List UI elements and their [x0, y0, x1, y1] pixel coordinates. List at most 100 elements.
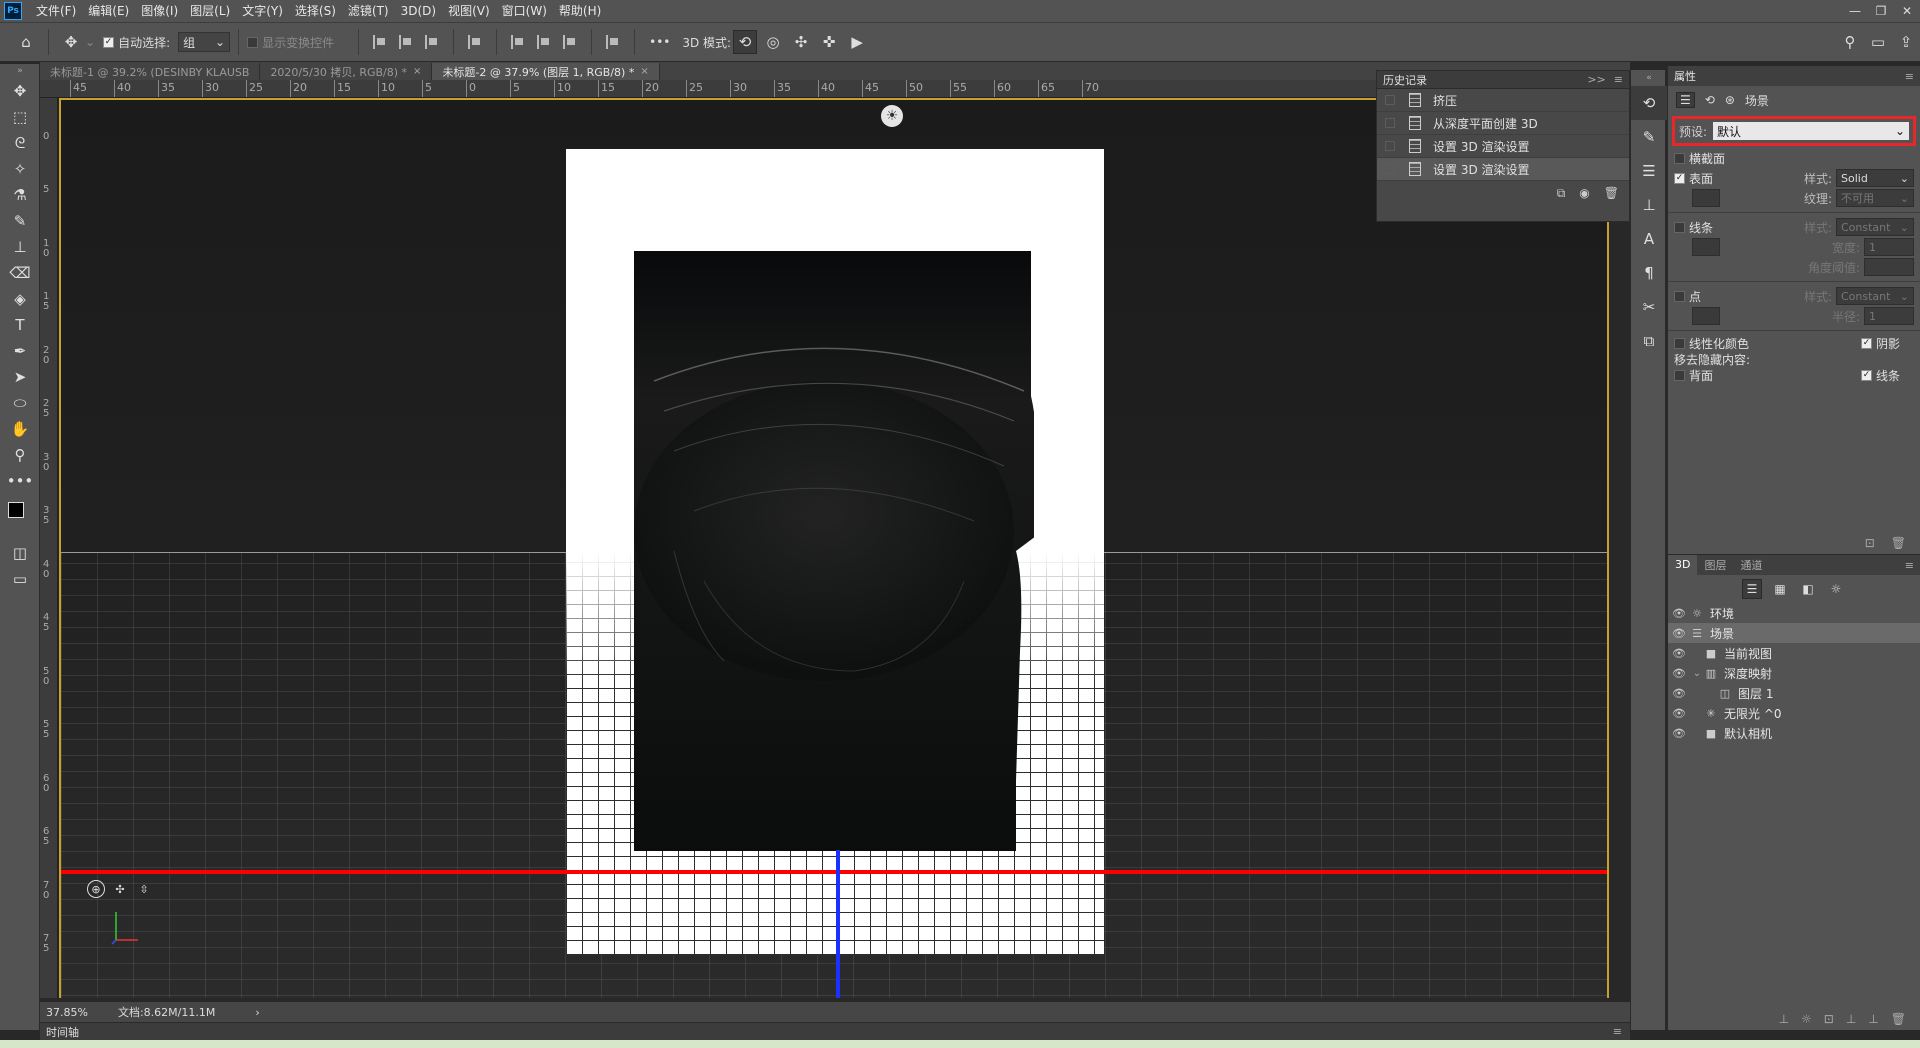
zoom-tool-icon[interactable]: ⚲ — [0, 442, 40, 468]
panel-menu-icon[interactable]: ≡ — [1905, 559, 1914, 572]
expand-panel-icon[interactable]: >> — [1587, 73, 1605, 86]
clone-source-icon[interactable]: ⊥ — [1631, 188, 1667, 222]
close-icon[interactable]: × — [413, 66, 421, 77]
camera-properties-icon[interactable]: ⊛ — [1725, 93, 1735, 107]
3d-item-depth-map[interactable]: 👁 ⌄ ▥ 深度映射 — [1668, 663, 1920, 683]
move-tool-icon[interactable]: ✥ — [59, 30, 83, 54]
screen-mode-icon[interactable]: ▭ — [0, 566, 40, 592]
show-transform-checkbox[interactable] — [247, 36, 259, 48]
eyedropper-tool-icon[interactable]: ⚗ — [0, 182, 40, 208]
shape-tool-icon[interactable]: ⬭ — [0, 390, 40, 416]
roll-3d-camera-icon[interactable]: ◎ — [761, 30, 785, 54]
3d-item-layer-1[interactable]: 👁 ◫ 图层 1 — [1668, 683, 1920, 703]
ruler-horizontal[interactable]: 45 40 35 30 25 20 15 10 5 0 5 10 15 20 25 30 35 40 45 50 55 6… — [40, 80, 1610, 98]
panel-menu-icon[interactable]: ≡ — [1614, 73, 1623, 86]
tool-preset-dropdown[interactable]: ⌄ — [85, 35, 95, 49]
menu-type[interactable]: 文字(Y) — [236, 0, 289, 22]
status-expand-arrow[interactable]: › — [255, 1006, 259, 1019]
move-tool-icon[interactable]: ✥ — [0, 78, 40, 104]
panel-menu-icon[interactable]: ≡ — [1905, 70, 1914, 83]
lines-width-input[interactable]: 1 — [1864, 238, 1914, 256]
zoom-3d-camera-icon[interactable]: ▶ — [845, 30, 869, 54]
menu-layer[interactable]: 图层(L) — [184, 0, 236, 22]
auto-select-target-select[interactable]: 组 ⌄ — [178, 32, 231, 52]
panel-menu-icon[interactable]: ≡ — [1613, 1025, 1622, 1038]
adjustments-icon[interactable]: ☰ — [1631, 154, 1667, 188]
collapse-dock-icon[interactable]: « — [1631, 70, 1667, 86]
tab-3d[interactable]: 3D — [1668, 555, 1698, 575]
magic-wand-tool-icon[interactable]: ✧ — [0, 156, 40, 182]
camera-snapshot-icon[interactable]: ◉ — [1579, 186, 1589, 200]
visibility-eye-icon[interactable]: 👁 — [1668, 607, 1690, 620]
3d-item-environment[interactable]: 👁 ☼ 环境 — [1668, 603, 1920, 623]
align-right-icon[interactable] — [425, 35, 439, 49]
menu-file[interactable]: 文件(F) — [30, 0, 82, 22]
points-checkbox[interactable] — [1674, 290, 1685, 302]
orbit-3d-camera-icon[interactable]: ⟲ — [733, 30, 758, 54]
lasso-tool-icon[interactable]: ᘓ — [0, 130, 40, 156]
shadow-checkbox[interactable]: ✓ — [1860, 337, 1872, 349]
menu-filter[interactable]: 滤镜(T) — [342, 0, 395, 22]
distribute-horizontal-icon[interactable] — [468, 35, 482, 49]
surface-color-swatch[interactable] — [1692, 189, 1720, 207]
brush-tool-icon[interactable]: ✎ — [0, 208, 40, 234]
visibility-eye-icon[interactable]: 👁 — [1668, 647, 1690, 660]
zoom-level[interactable]: 37.85% — [46, 1006, 88, 1019]
texture-select[interactable]: 不可用 ⌄ — [1836, 189, 1914, 207]
document-canvas[interactable] — [566, 149, 1104, 955]
orbit-widget-icon[interactable]: ⊕ — [87, 880, 105, 898]
marquee-tool-icon[interactable]: ⬚ — [0, 104, 40, 130]
path-selection-tool-icon[interactable]: ➤ — [0, 364, 40, 390]
stamp-tool-icon[interactable]: ⊥ — [0, 234, 40, 260]
visibility-eye-icon[interactable]: 👁 — [1668, 627, 1690, 640]
3d-item-current-view[interactable]: 👁 ■ 当前视图 — [1668, 643, 1920, 663]
history-item[interactable]: 设置 3D 渲染设置 — [1377, 135, 1629, 158]
menu-3d[interactable]: 3D(D) — [395, 0, 442, 22]
visibility-eye-icon[interactable]: 👁 — [1668, 707, 1690, 720]
history-item[interactable]: 从深度平面创建 3D — [1377, 112, 1629, 135]
distribute-vertical-icon[interactable] — [606, 35, 620, 49]
render-settings-icon[interactable]: ⟲ — [1705, 93, 1715, 107]
trash-icon[interactable]: 🗑 — [1891, 1012, 1906, 1026]
align-bottom-icon[interactable] — [563, 35, 577, 49]
slide-3d-camera-icon[interactable]: ✜ — [817, 30, 841, 54]
history-item-active[interactable]: 设置 3D 渲染设置 — [1377, 158, 1629, 181]
render-icon[interactable]: ⊡ — [1824, 1012, 1834, 1026]
points-style-select[interactable]: Constant ⌄ — [1836, 287, 1914, 305]
pen-tool-icon[interactable]: ✒ — [0, 338, 40, 364]
meshes-filter-icon[interactable]: ▦ — [1770, 579, 1790, 599]
add-object-icon[interactable]: ⊥ — [1779, 1012, 1789, 1026]
3d-item-default-camera[interactable]: 👁 ■ 默认相机 — [1668, 723, 1920, 743]
trash-icon[interactable]: 🗑 — [1891, 536, 1906, 550]
chevron-down-icon[interactable]: ⌄ — [1690, 668, 1704, 679]
quick-mask-icon[interactable]: ◫ — [0, 540, 40, 566]
paragraph-panel-icon[interactable]: ¶ — [1631, 256, 1667, 290]
infinite-light-icon[interactable]: ☀ — [881, 105, 903, 127]
menu-select[interactable]: 选择(S) — [289, 0, 342, 22]
timeline-title[interactable]: 时间轴 — [46, 1024, 79, 1040]
ruler-vertical[interactable]: 5051 01 52 02 53 03 54 04 55 05 56 06 57… — [40, 98, 58, 998]
tab-untitled-1[interactable]: 未标题-1 @ 39.2% (DESINBY KLAUSB — [40, 63, 261, 80]
history-panel-icon[interactable]: ⟲ — [1631, 86, 1667, 120]
align-center-icon[interactable] — [399, 35, 413, 49]
visibility-eye-icon[interactable]: 👁 — [1668, 667, 1690, 680]
surface-style-select[interactable]: Solid ⌄ — [1836, 169, 1914, 187]
foreground-color-swatch[interactable] — [8, 502, 24, 518]
materials-filter-icon[interactable]: ◧ — [1798, 579, 1818, 599]
menu-edit[interactable]: 编辑(E) — [82, 0, 135, 22]
visibility-eye-icon[interactable]: 👁 — [1668, 687, 1690, 700]
align-left-icon[interactable] — [373, 35, 387, 49]
whole-scene-filter-icon[interactable]: ☰ — [1742, 579, 1762, 599]
points-radius-input[interactable]: 1 — [1864, 307, 1914, 325]
linearize-color-checkbox[interactable] — [1674, 337, 1685, 349]
minimize-button[interactable]: — — [1842, 0, 1868, 22]
history-snapshot-checkbox[interactable] — [1385, 141, 1395, 151]
history-snapshot-checkbox[interactable] — [1385, 164, 1395, 174]
hand-tool-icon[interactable]: ✋ — [0, 416, 40, 442]
lines-color-swatch[interactable] — [1692, 238, 1720, 256]
share-icon[interactable]: ⇪ — [1894, 30, 1918, 54]
add-light-icon[interactable]: ☼ — [1801, 1012, 1812, 1026]
render-icon[interactable]: ⊡ — [1865, 536, 1875, 550]
color-swatches[interactable] — [0, 494, 40, 540]
points-color-swatch[interactable] — [1692, 307, 1720, 325]
